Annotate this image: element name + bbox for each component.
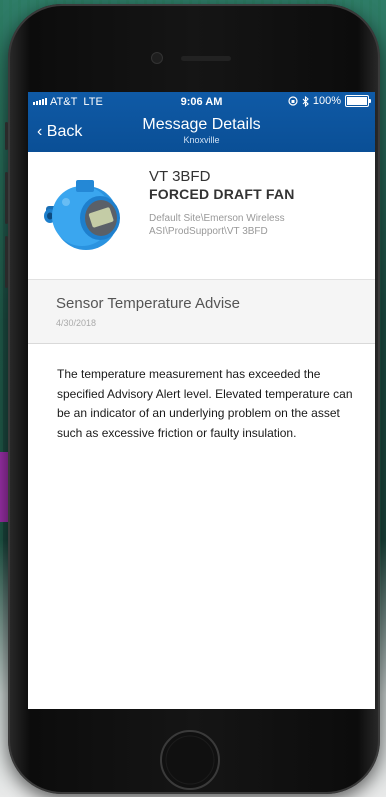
status-right: 100% (288, 95, 371, 107)
alert-date: 4/30/2018 (56, 318, 97, 328)
device-path: Default Site\Emerson Wireless ASI\ProdSu… (149, 213, 285, 237)
alert-header: Sensor Temperature Advise 4/30/2018 (28, 280, 375, 344)
volume-up-button (5, 172, 8, 224)
alert-title: Sensor Temperature Advise (56, 295, 240, 312)
mute-switch (5, 122, 8, 150)
status-bar: AT&T LTE 9:06 AM 100% (28, 92, 375, 112)
volume-down-button (5, 236, 8, 288)
navigation-bar: AT&T LTE 9:06 AM 100% ‹ Back Message Det… (28, 92, 375, 152)
earpiece-speaker (181, 56, 231, 61)
app-screen: AT&T LTE 9:06 AM 100% ‹ Back Message Det… (28, 92, 375, 709)
battery-icon (345, 95, 371, 107)
page-subtitle: Knoxville (183, 135, 220, 145)
device-name: VT 3BFD (149, 168, 211, 185)
battery-percent: 100% (312, 95, 341, 107)
message-body: The temperature measurement has exceeded… (57, 367, 353, 440)
transmitter-icon (44, 180, 120, 250)
page-title: Message Details (142, 116, 261, 133)
front-camera (151, 52, 163, 64)
device-description: FORCED DRAFT FAN (149, 186, 295, 202)
orientation-lock-icon (288, 96, 298, 106)
device-header: VT 3BFD FORCED DRAFT FAN Default Site\Em… (28, 152, 375, 280)
home-button[interactable] (159, 729, 221, 791)
bluetooth-icon (302, 95, 309, 107)
